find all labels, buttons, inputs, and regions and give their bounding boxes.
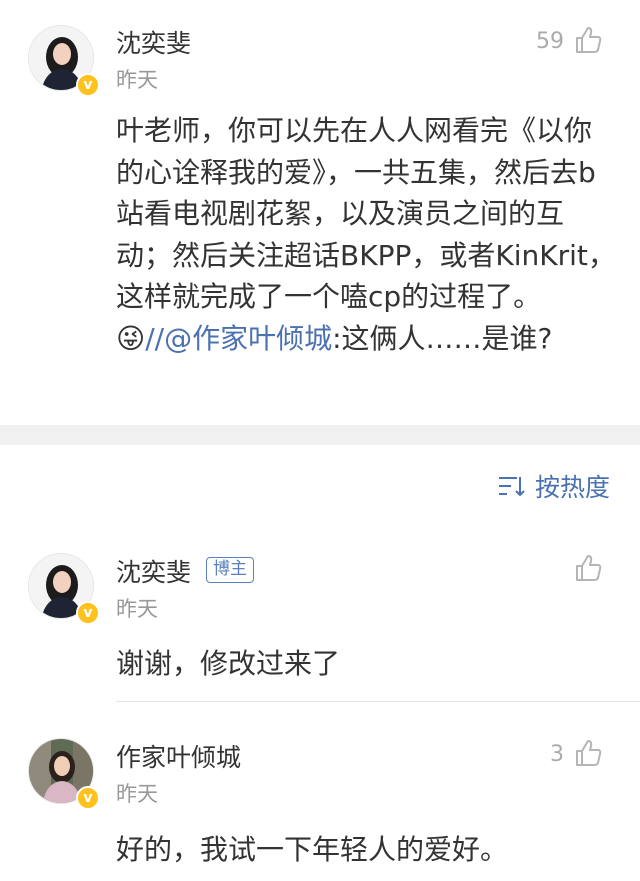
reply-time: 昨天 xyxy=(116,782,158,806)
avatar[interactable]: v xyxy=(28,25,100,97)
reply-text: 好的，我试一下年轻人的爱好。 xyxy=(116,833,509,866)
verified-icon: v xyxy=(76,601,100,625)
sort-label: 按热度 xyxy=(534,473,610,502)
thumb-up-icon[interactable] xyxy=(573,738,603,768)
author-badge: 博主 xyxy=(206,557,254,583)
sort-button[interactable]: 按热度 xyxy=(497,468,610,504)
comment-username[interactable]: 沈奕斐 xyxy=(116,24,191,60)
slashes: // xyxy=(145,321,165,355)
like-count: 3 xyxy=(550,742,564,767)
reply-username[interactable]: 沈奕斐 xyxy=(116,553,191,589)
verified-icon: v xyxy=(76,73,100,97)
emoji-tongue: 😜 xyxy=(116,321,146,355)
section-divider xyxy=(0,425,640,445)
comment-text-after: :这俩人……是谁? xyxy=(332,321,553,355)
mention-link[interactable]: @作家叶倾城 xyxy=(164,322,332,355)
avatar[interactable]: v xyxy=(28,738,100,810)
like-count: 59 xyxy=(536,29,564,54)
comment-text: 叶老师，你可以先在人人网看完《以你的心诠释我的爱》，一共五集，然后去b站看电视剧… xyxy=(116,114,616,313)
reply-username[interactable]: 作家叶倾城 xyxy=(116,738,241,774)
reply-time: 昨天 xyxy=(116,597,158,621)
comment-body: 叶老师，你可以先在人人网看完《以你的心诠释我的爱》，一共五集，然后去b站看电视剧… xyxy=(116,110,616,359)
thumb-up-icon[interactable] xyxy=(573,553,603,583)
divider xyxy=(116,701,640,702)
reply-text: 谢谢，修改过来了 xyxy=(116,647,341,680)
sort-icon xyxy=(498,477,525,497)
avatar[interactable]: v xyxy=(28,553,100,625)
verified-icon: v xyxy=(76,786,100,810)
thumb-up-icon[interactable] xyxy=(573,25,603,55)
comment-time: 昨天 xyxy=(116,68,158,92)
